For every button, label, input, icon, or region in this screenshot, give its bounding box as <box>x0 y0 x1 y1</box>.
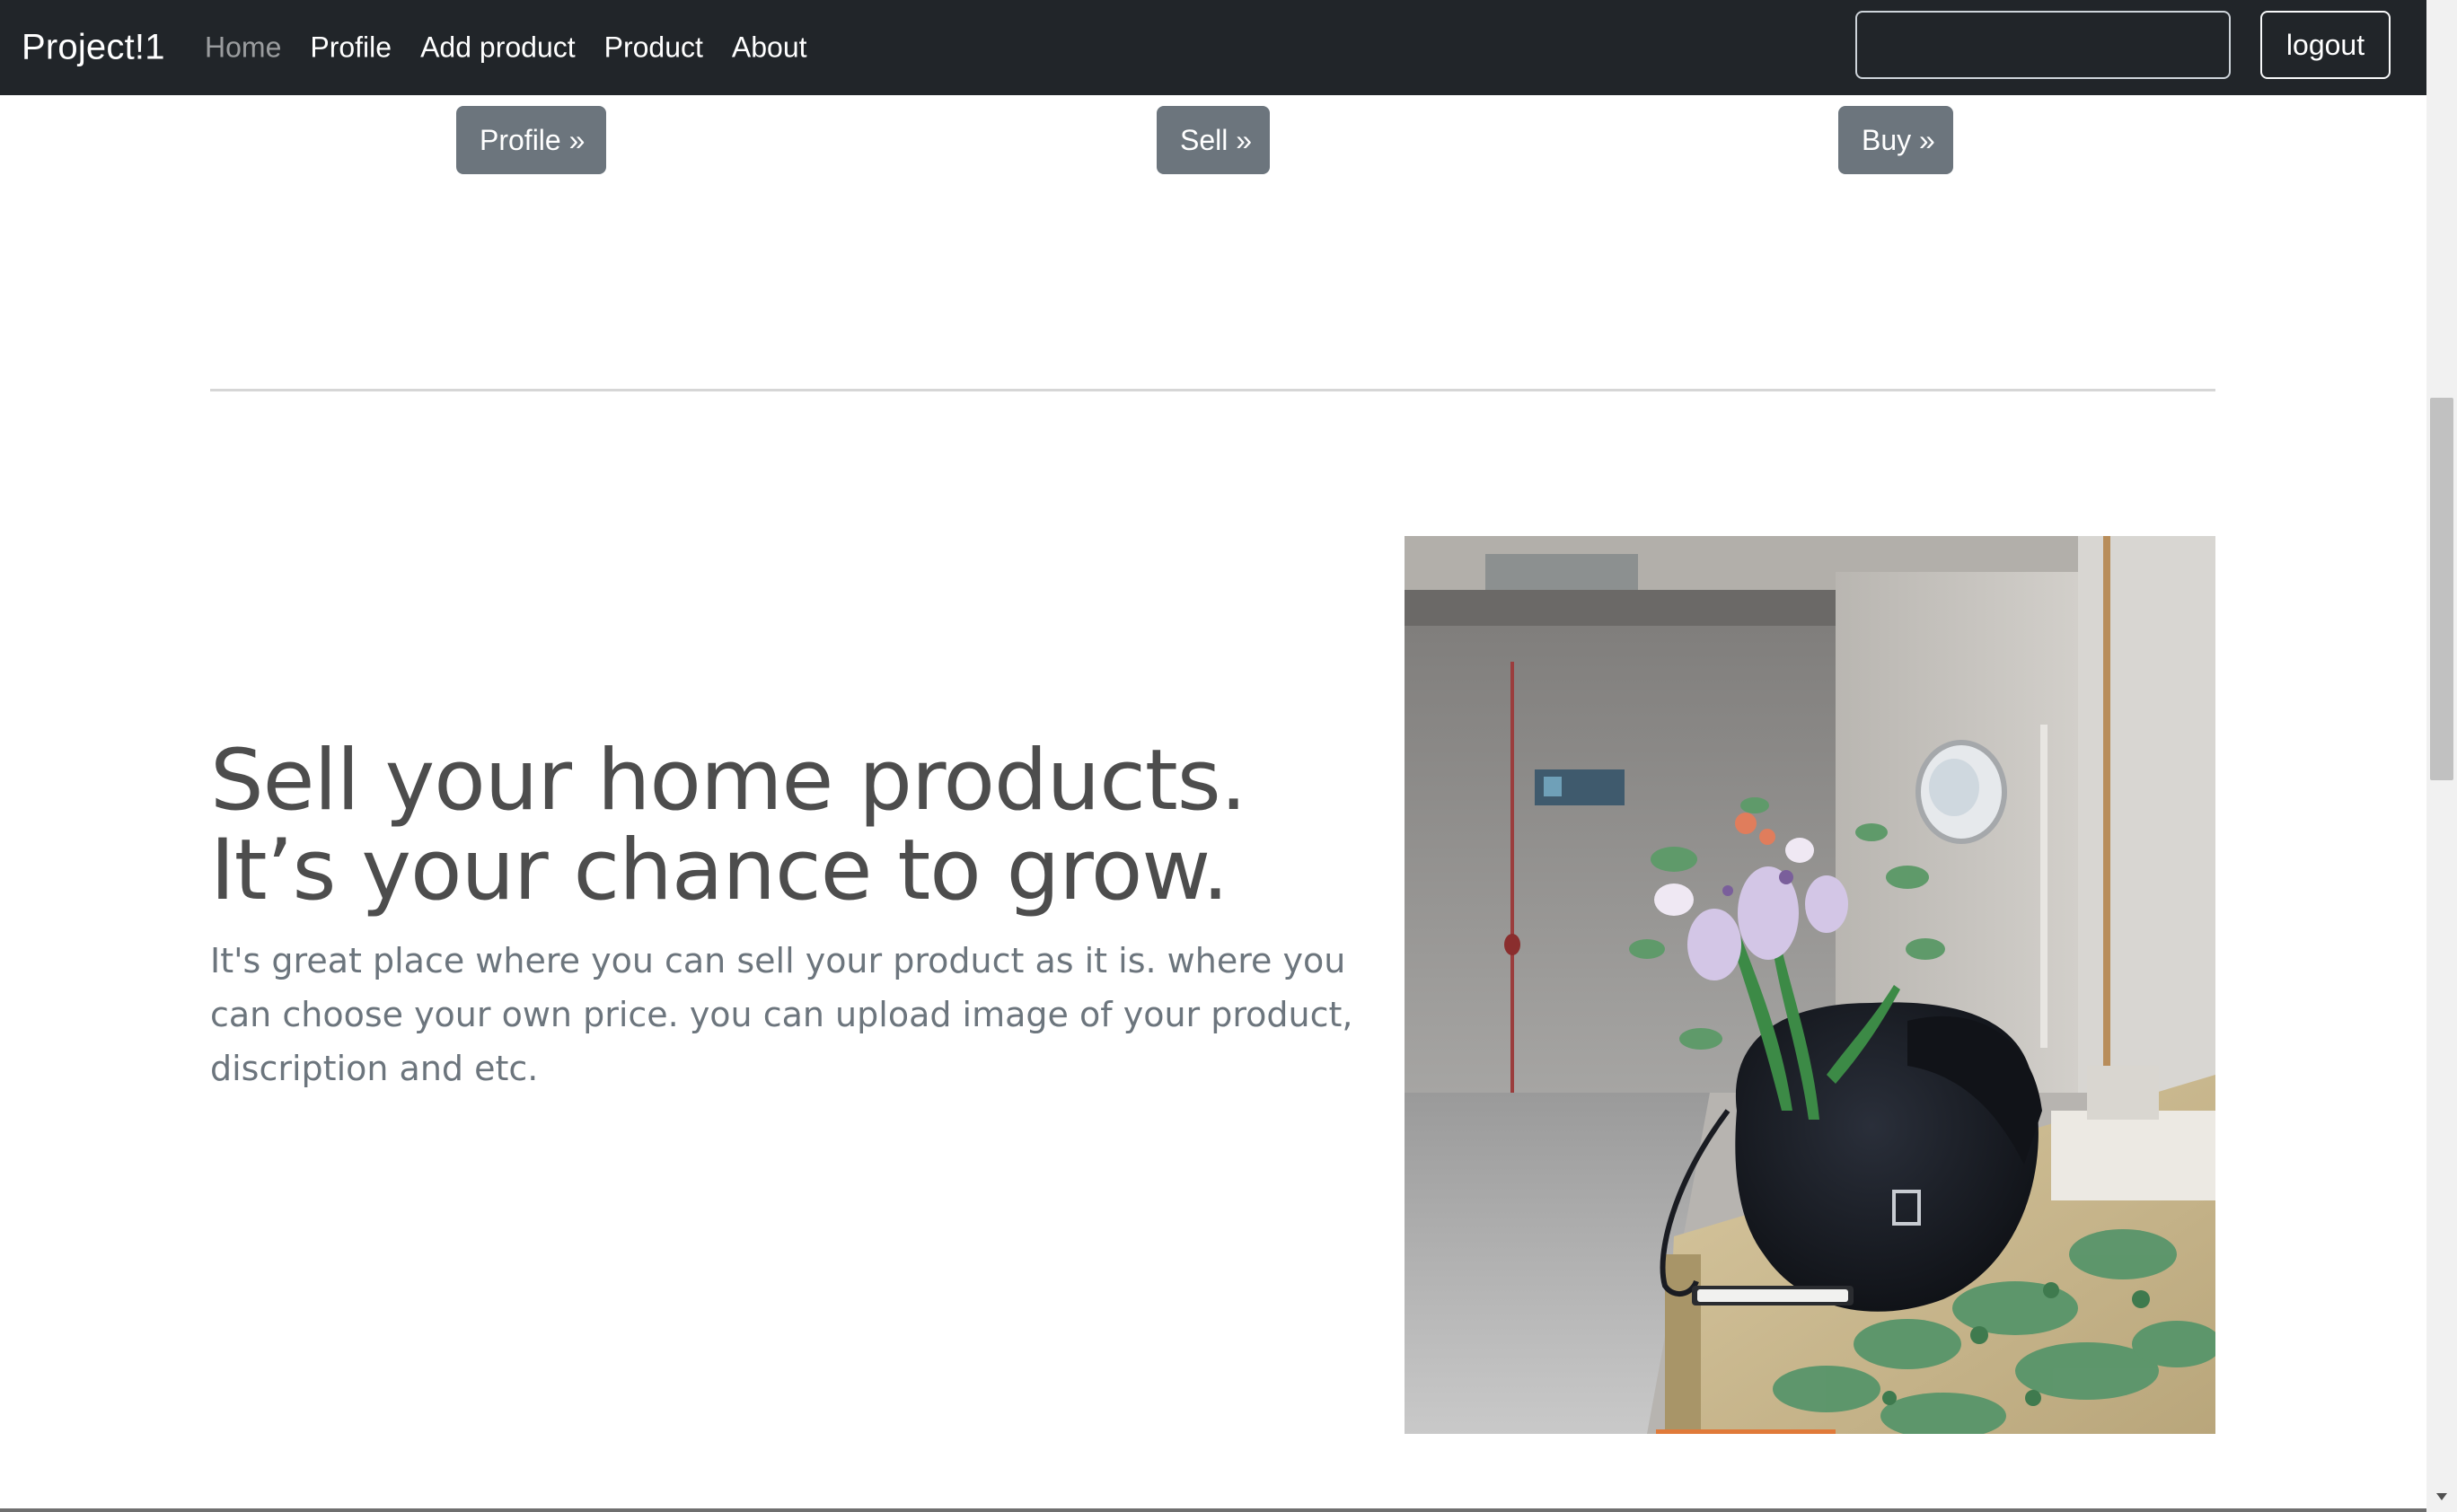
featurette-heading: Sell your home products. It’s your chanc… <box>210 732 1247 919</box>
profile-button[interactable]: Profile » <box>456 106 606 174</box>
nav-link-profile[interactable]: Profile <box>310 31 392 65</box>
logout-button[interactable]: logout <box>2260 11 2391 79</box>
sell-button[interactable]: Sell » <box>1157 106 1270 174</box>
scroll-down-arrow-icon[interactable] <box>2426 1481 2457 1512</box>
page: Project!1 Home Profile Add product Produ… <box>0 0 2457 1512</box>
scrollbar-thumb[interactable] <box>2430 398 2453 780</box>
brand-logo[interactable]: Project!1 <box>22 28 165 68</box>
featurette-lead: It's great place where you can sell your… <box>210 941 1353 1088</box>
featurette-divider <box>210 389 2215 391</box>
nav-links: Home Profile Add product Product About <box>205 31 836 65</box>
featurette-image <box>1405 536 2215 1434</box>
top-navbar: Project!1 Home Profile Add product Produ… <box>0 0 2426 95</box>
nav-link-product[interactable]: Product <box>604 31 703 65</box>
vertical-scrollbar[interactable] <box>2426 0 2457 1512</box>
nav-link-about[interactable]: About <box>732 31 807 65</box>
bottom-border <box>0 1508 2426 1512</box>
buy-button[interactable]: Buy » <box>1838 106 1953 174</box>
nav-link-add-product[interactable]: Add product <box>420 31 576 65</box>
flower-bag-photo <box>1405 536 2215 1434</box>
nav-link-home[interactable]: Home <box>205 31 281 65</box>
search-input[interactable] <box>1855 11 2231 79</box>
